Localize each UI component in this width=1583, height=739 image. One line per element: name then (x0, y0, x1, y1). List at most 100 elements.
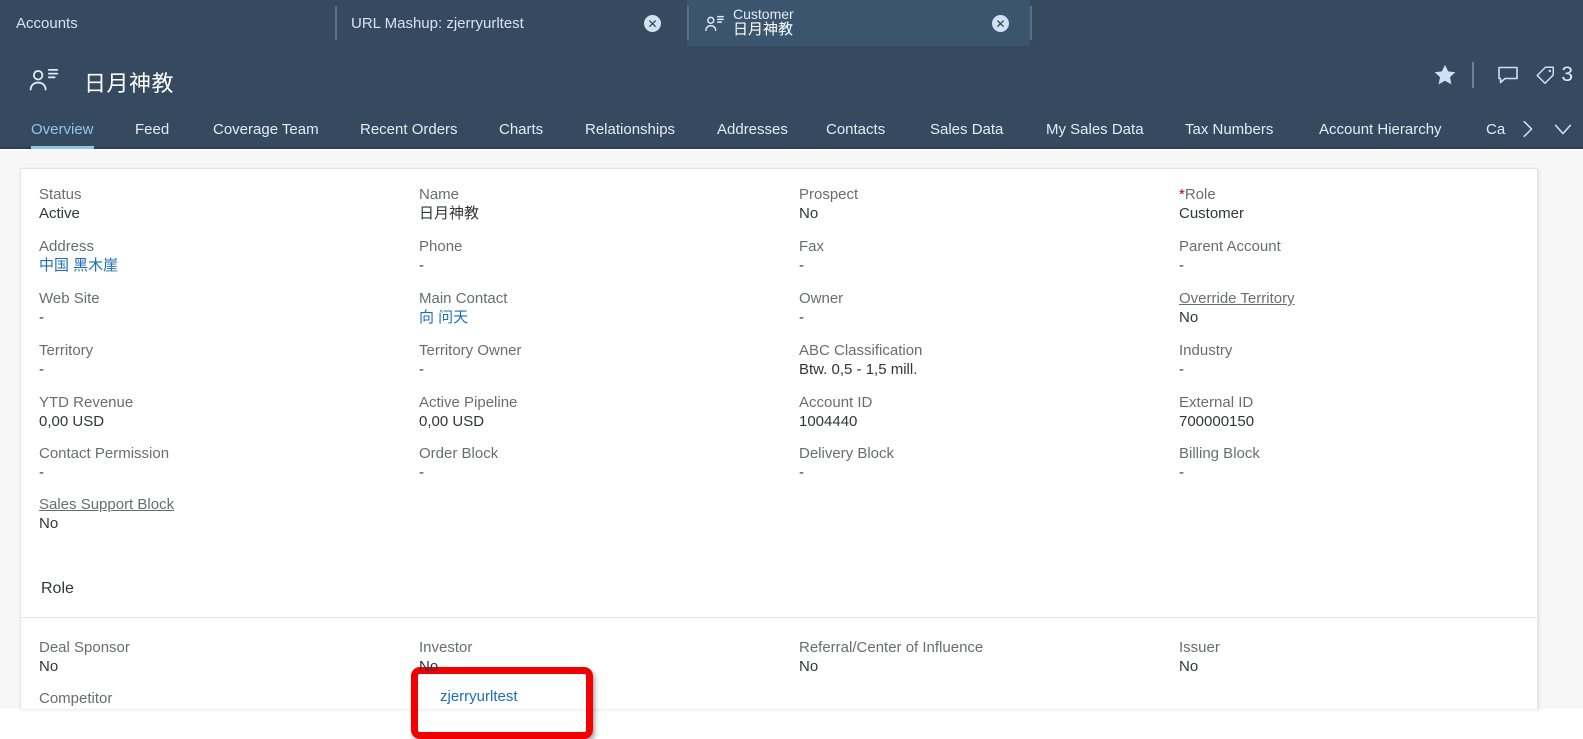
app-tab-url-mashup-label: URL Mashup: zjerryurltest (351, 14, 524, 32)
field-external-id: External ID 700000150 (1179, 394, 1254, 432)
field-label: *Role (1179, 186, 1244, 205)
tag-icon[interactable] (1534, 64, 1556, 86)
field-fax: Fax - (799, 238, 824, 276)
field-value: Btw. 0,5 - 1,5 mill. (799, 360, 918, 378)
tab-label: Overview (31, 120, 94, 138)
field-billing-block: Billing Block - (1179, 445, 1260, 483)
tab-separator (687, 6, 689, 40)
object-navigation-tabs: Overview Feed Coverage Team Recent Order… (0, 109, 1583, 149)
field-value: - (419, 360, 424, 378)
field-value: 0,00 USD (419, 412, 485, 430)
star-icon[interactable] (1432, 62, 1458, 88)
field-label: Referral/Center of Influence (799, 639, 984, 656)
tab-label: Relationships (585, 120, 676, 138)
field-label: Territory Owner (419, 342, 522, 359)
tab-label: Ca (1486, 120, 1506, 138)
field-label: Phone (419, 238, 463, 255)
field-value: No (39, 657, 59, 675)
tab-label: Contacts (826, 120, 886, 138)
tab-sales-data[interactable]: Sales Data (930, 109, 1003, 149)
tab-separator (335, 6, 337, 40)
field-industry: Industry - (1179, 342, 1232, 380)
chevron-right-icon[interactable] (1516, 118, 1538, 140)
tab-my-sales-data[interactable]: My Sales Data (1046, 109, 1144, 149)
tab-charts[interactable]: Charts (499, 109, 543, 149)
field-label: Competitor (39, 690, 113, 707)
field-value: Active (39, 204, 80, 222)
tab-label: Feed (135, 120, 170, 138)
field-label: Account ID (799, 394, 873, 411)
app-tab-customer[interactable]: Customer 日月神教 ✕ (687, 0, 1030, 46)
person-list-icon (703, 13, 725, 35)
field-value: - (419, 463, 424, 481)
section-divider (21, 617, 1537, 618)
tab-label: My Sales Data (1046, 120, 1144, 138)
field-name: Name 日月神教 (419, 186, 479, 224)
app-tab-accounts[interactable]: Accounts (0, 0, 335, 46)
field-web-site: Web Site - (39, 290, 100, 328)
url-mashup-link[interactable]: zjerryurltest (440, 688, 518, 705)
tag-count: 3 (1561, 63, 1573, 86)
field-label: Delivery Block (799, 445, 895, 462)
field-status: Status Active (39, 186, 82, 224)
field-address: Address 中国 黑木崖 (39, 238, 118, 276)
field-label: Contact Permission (39, 445, 170, 462)
field-owner: Owner - (799, 290, 843, 328)
tab-relationships[interactable]: Relationships (585, 109, 675, 149)
tab-feed[interactable]: Feed (135, 109, 169, 149)
tab-label: Charts (499, 120, 544, 138)
field-value-link[interactable]: 中国 黑木崖 (39, 257, 118, 276)
tab-account-hierarchy[interactable]: Account Hierarchy (1319, 109, 1442, 149)
app-tab-accounts-label: Accounts (16, 14, 78, 32)
field-competitor: Competitor (39, 690, 112, 709)
tab-contacts[interactable]: Contacts (826, 109, 885, 149)
field-abc-classification: ABC Classification Btw. 0,5 - 1,5 mill. (799, 342, 922, 380)
field-value: No (1179, 657, 1199, 675)
tab-label: Sales Data (930, 120, 1004, 138)
field-value: No (39, 514, 59, 532)
application-tab-strip: Accounts URL Mashup: zjerryurltest ✕ Cus… (0, 0, 1583, 46)
field-territory-owner: Territory Owner - (419, 342, 522, 380)
tab-recent-orders[interactable]: Recent Orders (360, 109, 458, 149)
field-label: Name (419, 186, 460, 203)
field-label: Prospect (799, 186, 859, 203)
person-list-icon (28, 66, 60, 94)
field-label: Issuer (1179, 639, 1220, 656)
page-title: 日月神教 (84, 71, 175, 96)
tab-separator (1030, 6, 1032, 40)
field-label: Billing Block (1179, 445, 1260, 462)
tab-tax-numbers[interactable]: Tax Numbers (1185, 109, 1273, 149)
field-label: Industry (1179, 342, 1233, 359)
tab-label: Recent Orders (360, 120, 458, 138)
field-value: 日月神教 (419, 204, 480, 222)
field-label-text: Role (1184, 186, 1216, 203)
field-label: Address (39, 238, 95, 255)
tab-addresses[interactable]: Addresses (717, 109, 788, 149)
field-label-link[interactable]: Override Territory (1179, 290, 1295, 309)
field-label: Owner (799, 290, 844, 307)
tab-coverage-team[interactable]: Coverage Team (213, 109, 319, 149)
field-deal-sponsor: Deal Sponsor No (39, 639, 130, 677)
tab-overview[interactable]: Overview (31, 109, 94, 149)
field-role: *Role Customer (1179, 186, 1244, 224)
overview-card: Status Active Name 日月神教 Prospect No *Role Cu… (20, 168, 1538, 739)
tab-label: Addresses (717, 120, 788, 138)
field-value: 700000150 (1179, 412, 1255, 430)
app-tab-url-mashup[interactable]: URL Mashup: zjerryurltest ✕ (335, 0, 687, 46)
tab-label: Account Hierarchy (1319, 120, 1442, 138)
tab-truncated[interactable]: Ca (1486, 109, 1505, 149)
field-label-link[interactable]: Sales Support Block (39, 496, 174, 515)
field-value-link[interactable]: 向 问天 (419, 309, 507, 328)
close-icon[interactable]: ✕ (644, 15, 661, 32)
close-icon[interactable]: ✕ (992, 15, 1009, 32)
header-divider (1472, 62, 1475, 88)
field-label: Main Contact (419, 290, 508, 307)
chevron-down-icon[interactable] (1552, 118, 1574, 140)
field-label: Investor (419, 639, 473, 656)
app-tab-strip-empty-area (1030, 0, 1583, 46)
field-label: Web Site (39, 290, 100, 307)
field-label: Deal Sponsor (39, 639, 130, 656)
speech-bubble-icon[interactable] (1496, 63, 1520, 87)
field-value: No (1179, 308, 1199, 326)
field-label: ABC Classification (799, 342, 923, 359)
